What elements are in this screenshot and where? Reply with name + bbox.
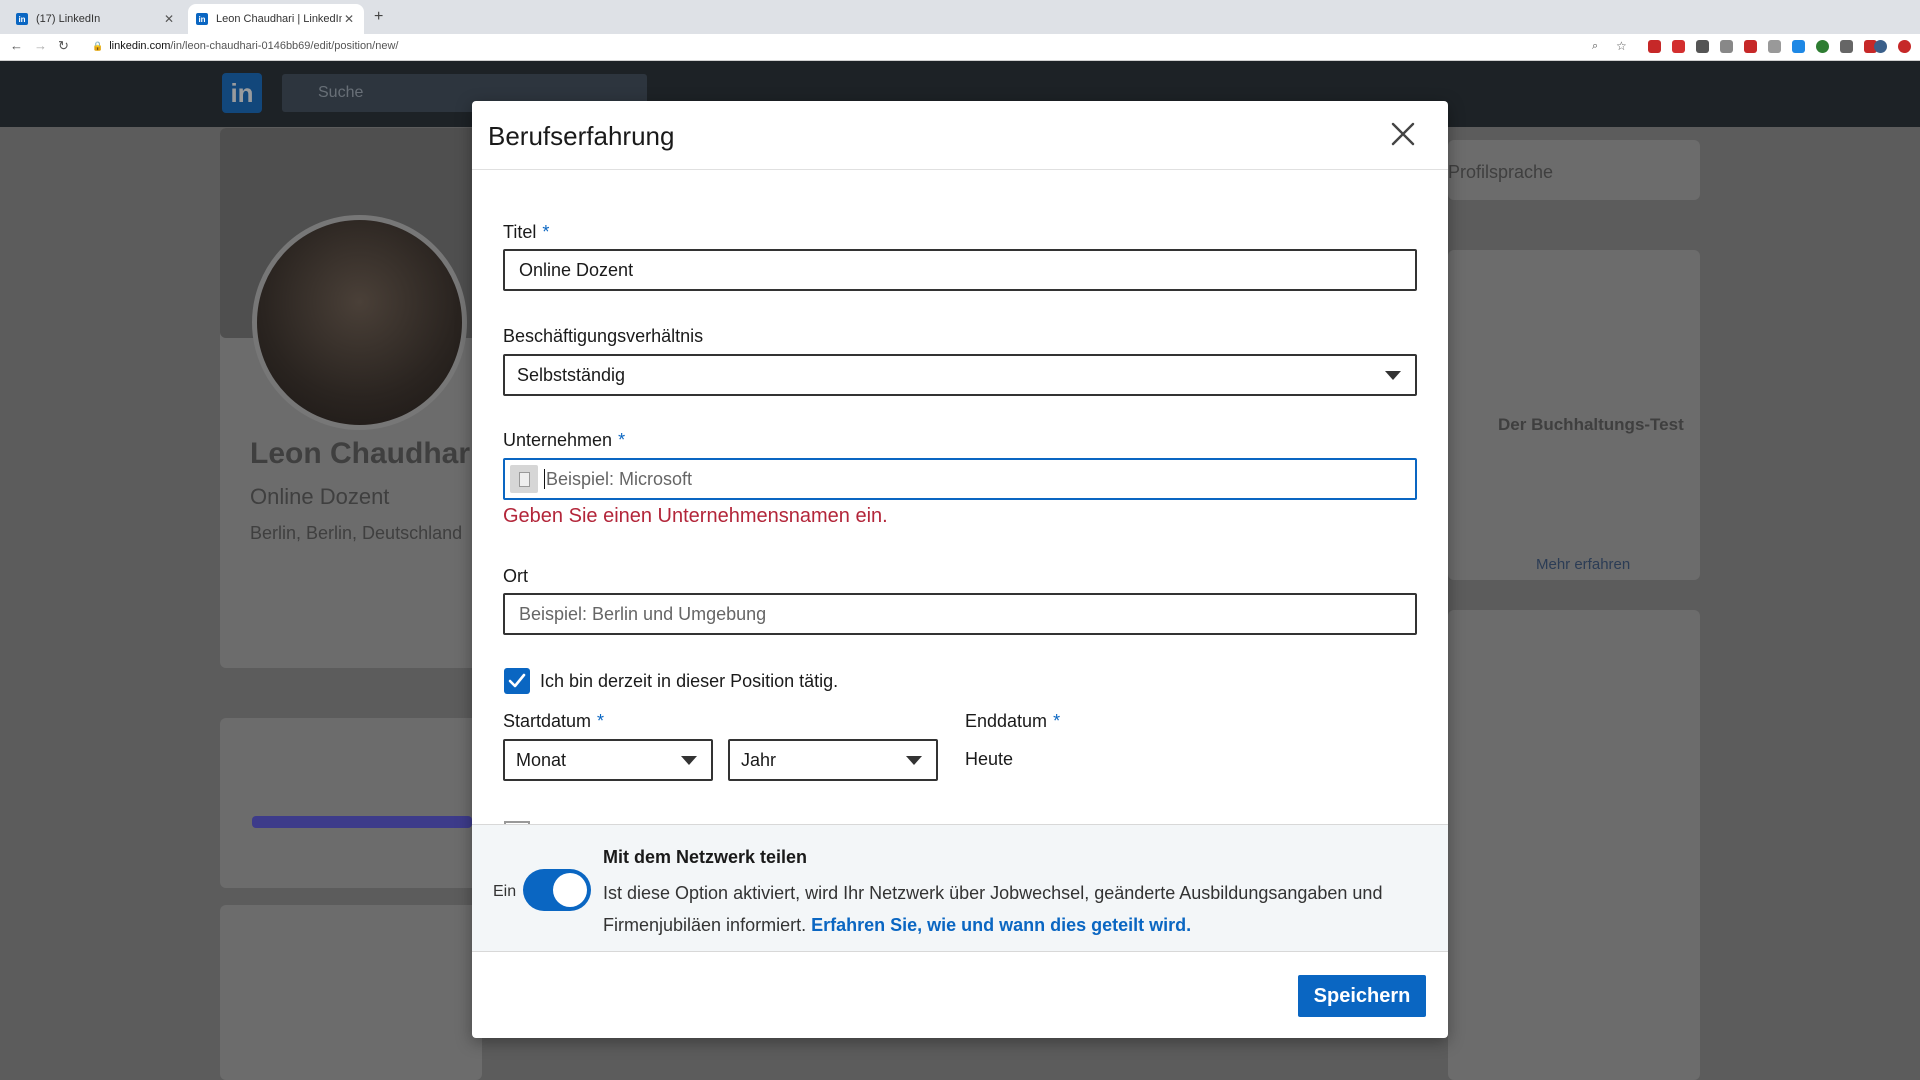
tab-title: (17) LinkedIn [36,13,101,25]
extension-icon[interactable] [1648,40,1661,53]
share-title: Mit dem Netzwerk teilen [603,847,808,867]
url-field[interactable]: 🔒 linkedin.com/in/leon-chaudhari-0146bb69… [92,40,398,52]
experience-modal: Berufserfahrung Titel * Online Dozent Bes… [472,101,1448,1038]
start-year-select[interactable]: Jahr [728,739,938,781]
location-label: Ort [503,566,528,586]
address-bar: ← → ↻ 🔒 linkedin.com/in/leon-chaudhari-01… [0,34,1920,61]
toggle-state-label: Ein [493,883,517,900]
title-label: Titel * [503,222,549,243]
dropdown-arrow-icon [906,756,922,765]
title-input[interactable]: Online Dozent [503,249,1417,291]
url-path: /in/leon-chaudhari-0146bb69/edit/positio… [170,40,399,52]
start-date-label: Startdatum * [503,711,604,732]
extension-icon[interactable] [1744,40,1757,53]
share-toggle[interactable] [523,869,591,911]
extension-icon[interactable] [1840,40,1853,53]
analytics-card [220,718,482,888]
company-error-message: Geben Sie einen Unternehmensnamen ein. [503,505,888,527]
tab-linkedin-feed[interactable]: in (17) LinkedIn ✕ [8,4,184,34]
extension-icon[interactable] [1696,40,1709,53]
tips-card [220,905,482,1080]
close-icon[interactable] [1388,119,1418,149]
extension-icon[interactable] [1672,40,1685,53]
profile-location: Berlin, Berlin, Deutschland [250,523,463,543]
back-arrow-icon[interactable]: ← [10,38,23,53]
required-marker: * [542,222,550,242]
profile-headline: Online Dozent [250,484,390,509]
start-date-label-text: Startdatum [503,711,592,731]
employment-type-label: Beschäftigungsverhältnis [503,326,704,346]
share-description: Ist diese Option aktiviert, wird Ihr Net… [603,877,1423,941]
start-month-select[interactable]: Monat [503,739,713,781]
employment-type-value: Selbstständig [517,364,626,385]
current-position-label: Ich bin derzeit in dieser Position tätig… [540,671,839,691]
ad-link: Mehr erfahren [1536,556,1631,573]
company-placeholder: Beispiel: Microsoft [546,468,693,489]
company-label-text: Unternehmen [503,430,613,450]
people-card [1448,610,1700,1080]
extension-icon[interactable] [1720,40,1733,53]
current-position-checkbox[interactable] [504,668,530,694]
required-marker: * [1053,711,1061,731]
extension-icon[interactable] [1816,40,1829,53]
share-with-network-section: Mit dem Netzwerk teilen Ein Ist diese Op… [472,824,1448,952]
profile-avatar [252,215,467,430]
required-marker: * [597,711,605,731]
zoom-icon[interactable]: ⌕ [1592,40,1598,53]
reload-icon[interactable]: ↻ [58,38,69,54]
profile-avatar-icon[interactable] [1874,40,1887,53]
linkedin-favicon-icon: in [16,13,28,25]
company-input[interactable]: Beispiel: Microsoft [503,458,1417,500]
company-label: Unternehmen * [503,430,625,451]
dropdown-arrow-icon [681,756,697,765]
tab-title: Leon Chaudhari | LinkedIn [216,13,342,25]
lock-icon: 🔒 [92,41,104,51]
extension-icon[interactable] [1792,40,1805,53]
url-host: linkedin.com [109,40,171,52]
profile-name: Leon Chaudhari [250,437,479,470]
ad-title: Der Buchhaltungs-Test [1498,415,1684,434]
dropdown-arrow-icon [1385,371,1401,380]
save-button[interactable]: Speichern [1298,975,1426,1017]
linkedin-logo-icon: in [222,73,262,113]
linkedin-favicon-icon: in [196,13,208,25]
end-date-label: Enddatum * [965,711,1060,732]
tab-close-icon[interactable]: ✕ [342,12,356,26]
start-year-value: Jahr [741,749,777,770]
bookmark-star-icon[interactable]: ☆ [1616,39,1627,53]
forward-arrow-icon[interactable]: → [34,38,47,53]
end-date-value: Heute [965,749,1014,769]
share-learn-more-link[interactable]: Erfahren Sie, wie und wann dies geteilt … [811,915,1191,935]
new-tab-plus-icon[interactable]: + [374,8,383,26]
company-building-icon [510,465,538,493]
progress-bar [252,816,472,828]
extension-icon[interactable] [1768,40,1781,53]
modal-title: Berufserfahrung [488,121,675,151]
title-label-text: Titel [503,222,537,242]
end-date-label-text: Enddatum [965,711,1048,731]
tab-profile[interactable]: in Leon Chaudhari | LinkedIn ✕ [188,4,364,34]
language-label: Profilsprache [1448,162,1554,182]
required-marker: * [618,430,626,450]
toggle-knob [553,873,587,907]
text-cursor [544,469,545,489]
employment-type-select[interactable]: Selbstständig [503,354,1417,396]
tab-close-icon[interactable]: ✕ [162,12,176,26]
location-input[interactable]: Beispiel: Berlin und Umgebung [503,593,1417,635]
start-month-value: Monat [516,749,567,770]
modal-header: Berufserfahrung [472,101,1448,170]
extension-icon[interactable] [1898,40,1911,53]
browser-tabbar: in (17) LinkedIn ✕ in Leon Chaudhari | L… [0,0,1920,34]
checkmark-icon [508,673,526,688]
